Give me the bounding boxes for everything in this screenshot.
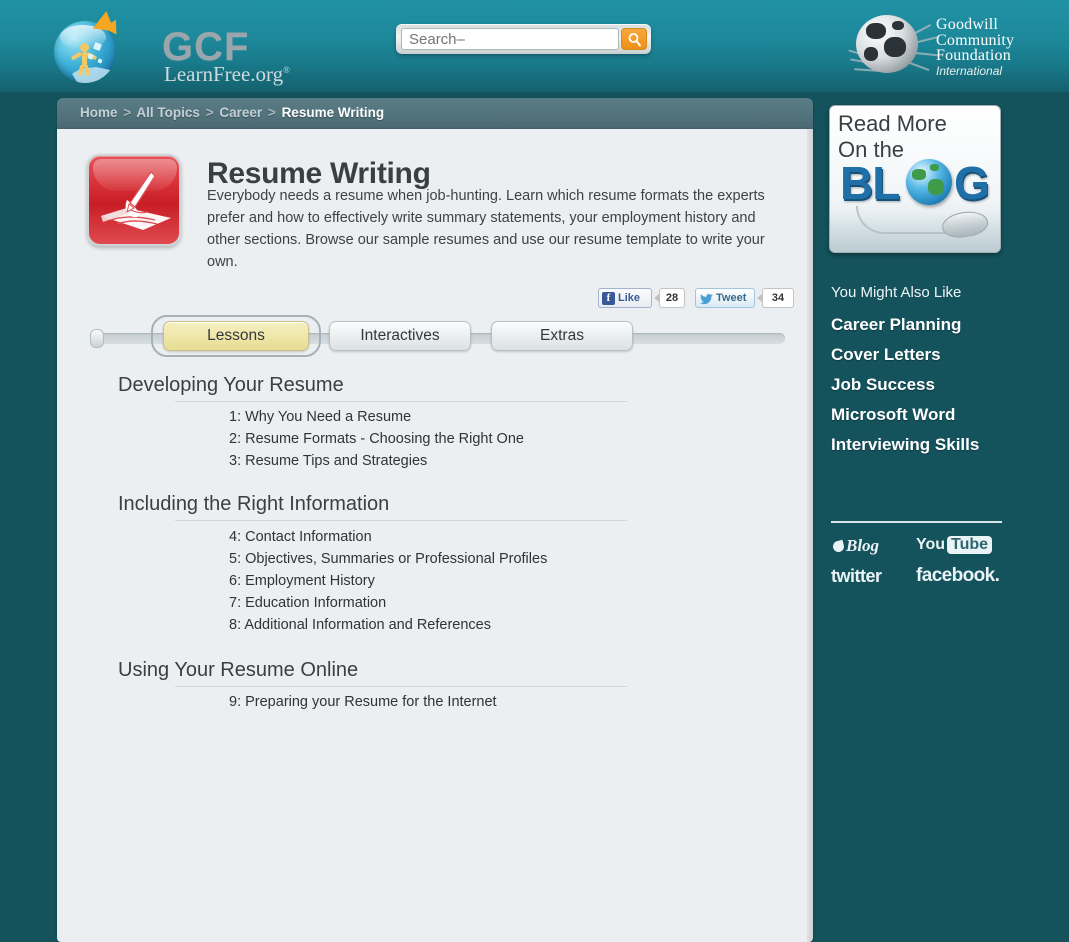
partner-line-1: Goodwill — [936, 16, 999, 33]
section-heading: Including the Right Information — [118, 493, 390, 515]
logo-brand-bottom-text: LearnFree.org — [164, 62, 284, 86]
gcf-learnfree-logo[interactable]: GCF LearnFree.org® — [54, 9, 304, 87]
partner-line-3: Foundation — [936, 47, 1011, 64]
section-divider — [175, 401, 627, 402]
blog-banner-line-1: Read More — [838, 111, 947, 136]
search-button[interactable] — [621, 28, 647, 50]
goodwill-community-foundation-logo[interactable]: Goodwill Community Foundation Internatio… — [848, 9, 1048, 81]
blog-link-label: Blog — [846, 536, 880, 555]
twitter-bird-icon — [700, 294, 713, 305]
twitter-tweet-count: 34 — [762, 288, 794, 308]
breadcrumb-separator: > — [267, 105, 276, 120]
search-input[interactable] — [401, 28, 619, 50]
banner-reflection — [830, 212, 1000, 252]
blog-icon — [831, 539, 846, 554]
breadcrumb-item-career[interactable]: Career — [219, 105, 262, 120]
tab-extras[interactable]: Extras — [491, 321, 633, 351]
lesson-link[interactable]: 4: Contact Information — [229, 529, 372, 545]
breadcrumb-separator: > — [205, 105, 214, 120]
section-heading: Using Your Resume Online — [118, 659, 359, 681]
twitter-tweet-label: Tweet — [716, 292, 747, 304]
breadcrumb-item-current: Resume Writing — [281, 105, 385, 120]
main-content-panel: Resume Writing Everybody needs a resume … — [57, 129, 813, 942]
related-link-cover-letters[interactable]: Cover Letters — [831, 345, 941, 365]
tab-rail-knob — [90, 329, 104, 348]
resume-writing-icon — [87, 154, 181, 246]
youtube-link-label: You — [916, 536, 946, 553]
you-might-also-like-title: You Might Also Like — [831, 284, 962, 301]
lesson-link[interactable]: 2: Resume Formats - Choosing the Right O… — [229, 431, 524, 447]
facebook-like-label: Like — [618, 292, 641, 304]
site-header: GCF LearnFree.org® Goodwill — [0, 0, 1069, 93]
related-link-career-planning[interactable]: Career Planning — [831, 315, 961, 335]
breadcrumb-bar: Home > All Topics > Career > Resume Writ… — [57, 98, 813, 130]
tab-interactives[interactable]: Interactives — [329, 321, 471, 351]
twitter-link[interactable]: twitter — [831, 566, 882, 587]
partner-name: Goodwill Community Foundation — [936, 16, 1015, 65]
sidebar-divider — [831, 521, 1002, 523]
related-link-job-success[interactable]: Job Success — [831, 375, 935, 395]
youtube-link[interactable]: You Tube — [916, 536, 993, 554]
lesson-link[interactable]: 3: Resume Tips and Strategies — [229, 453, 427, 469]
related-link-microsoft-word[interactable]: Microsoft Word — [831, 405, 955, 425]
lesson-link[interactable]: 8: Additional Information and References — [229, 617, 491, 633]
youtube-tube-badge: Tube — [947, 536, 993, 554]
lesson-link[interactable]: 5: Objectives, Summaries or Professional… — [229, 551, 547, 567]
blog-link[interactable]: Blog — [831, 536, 880, 556]
lesson-link[interactable]: 6: Employment History — [229, 573, 375, 589]
search-icon — [628, 33, 641, 47]
lesson-link[interactable]: 7: Education Information — [229, 595, 386, 611]
breadcrumb-separator: > — [123, 105, 132, 120]
blog-banner-word-left: BL — [840, 157, 900, 209]
facebook-like-button[interactable]: f Like — [598, 288, 652, 308]
registered-mark: ® — [283, 65, 290, 75]
blog-globe-icon — [906, 159, 952, 205]
lesson-link[interactable]: 9: Preparing your Resume for the Interne… — [229, 694, 497, 710]
breadcrumb: Home > All Topics > Career > Resume Writ… — [80, 105, 384, 120]
breadcrumb-item-home[interactable]: Home — [80, 105, 118, 120]
section-divider — [175, 686, 627, 687]
breadcrumb-item-all-topics[interactable]: All Topics — [136, 105, 200, 120]
globe-icon — [856, 15, 918, 73]
search-bar — [396, 24, 651, 54]
facebook-link[interactable]: facebook. — [916, 565, 1000, 587]
section-divider — [175, 520, 627, 521]
read-more-on-the-blog-banner[interactable]: Read More On the BL G — [829, 105, 1001, 253]
partner-line-4: International — [936, 64, 1003, 78]
facebook-like-count: 28 — [659, 288, 685, 308]
logo-brand-bottom: LearnFree.org® — [164, 62, 290, 87]
facebook-icon: f — [602, 292, 615, 305]
related-link-interviewing-skills[interactable]: Interviewing Skills — [831, 435, 979, 455]
section-heading: Developing Your Resume — [118, 374, 344, 396]
twitter-tweet-button[interactable]: Tweet — [695, 288, 755, 308]
blog-banner-word-right: G — [954, 157, 990, 209]
tab-lessons[interactable]: Lessons — [163, 321, 309, 351]
course-description: Everybody needs a resume when job-huntin… — [207, 188, 765, 270]
partner-line-2: Community — [936, 31, 1015, 49]
lesson-link[interactable]: 1: Why You Need a Resume — [229, 409, 411, 425]
